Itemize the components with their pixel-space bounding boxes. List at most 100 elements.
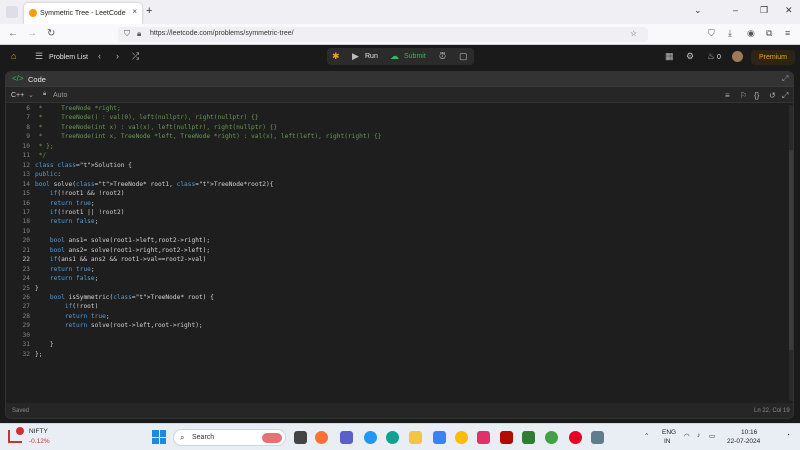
maximize-button[interactable]: ❐ [760,5,768,16]
pinterest-icon[interactable] [569,431,582,444]
file-explorer-icon[interactable] [409,431,422,444]
address-bar[interactable]: ⛉ 🔒︎ https://leetcode.com/problems/symme… [118,27,648,42]
code-line[interactable]: } [35,341,54,348]
clock-date[interactable]: 22-07-2024 [727,438,760,445]
wifi-icon[interactable]: ◠ [684,432,690,440]
clock-time[interactable]: 10:16 [741,429,757,436]
edge-icon[interactable] [386,431,399,444]
code-line[interactable]: } [35,285,39,292]
submit-cloud-icon[interactable]: ☁ [390,51,399,62]
code-line[interactable]: return false; [35,218,98,225]
tray-chevron-icon[interactable]: ⌃ [644,432,649,440]
lock-icon: 🔒︎ [137,29,142,38]
scrollbar-thumb[interactable] [789,150,793,350]
language-region[interactable]: IN [664,438,671,445]
code-line[interactable]: bool solve(class="t">TreeNode* root1, cl… [35,181,273,188]
code-line[interactable]: }; [35,351,42,358]
extensions-icon[interactable]: ⧉ [766,28,772,39]
shuffle-icon[interactable]: ⤮ [132,51,139,62]
code-line[interactable]: return true; [35,266,95,273]
windows-start-icon[interactable] [152,430,166,444]
leetcode-logo-icon[interactable]: ⌂ [11,51,16,61]
reload-icon[interactable]: ↻ [47,28,55,39]
code-line[interactable]: public: [35,171,61,178]
acrobat-icon[interactable] [500,431,513,444]
tab-list-icon[interactable] [6,6,18,18]
language-indicator[interactable]: ENG [662,429,676,436]
language-select[interactable]: C++ [11,92,24,99]
avatar[interactable] [732,51,743,62]
code-line[interactable]: * }; [35,143,54,150]
code-line[interactable]: */ [35,152,46,159]
prev-problem-icon[interactable]: ‹ [98,51,101,61]
download-icon[interactable]: ⤓ [728,28,732,39]
code-line[interactable]: if(ans1 && ans2 && root1->val==root2->va… [35,256,206,263]
pocket-icon[interactable]: ⛉ [708,28,715,39]
bookmark-icon[interactable]: ⚐ [740,91,747,100]
messenger-icon[interactable] [364,431,377,444]
code-line[interactable]: if(!root1 || !root2) [35,209,125,216]
code-line[interactable]: * TreeNode() : val(0), left(nullptr), ri… [35,114,259,121]
bookmark-star-icon[interactable]: ☆ [630,29,637,38]
editor-scrollbar[interactable] [789,105,793,401]
browser-tab[interactable]: Symmetric Tree - LeetCode × [24,3,142,24]
layout-icon[interactable]: ▦ [665,51,674,62]
taskbar-search[interactable]: ⌕ Search [173,429,286,446]
tab-overflow-icon[interactable]: ⌄ [694,5,702,16]
code-editor[interactable]: 6 * TreeNode *right; 7 * TreeNode() : val… [6,103,793,403]
tab-close-icon[interactable]: × [132,7,137,16]
code-line[interactable]: return true; [35,200,95,207]
notifications-icon[interactable]: ◔ [786,432,790,439]
next-problem-icon[interactable]: › [116,51,119,61]
submit-button[interactable]: Submit [404,53,426,60]
code-line[interactable]: return solve(root->left,root->right); [35,322,203,329]
teams-icon[interactable] [340,431,353,444]
reset-icon[interactable]: ↺ [769,91,776,100]
debug-icon[interactable]: ✱ [332,51,340,62]
code-line[interactable]: * TreeNode(int x, TreeNode *left, TreeNo… [35,133,382,140]
code-line[interactable]: * TreeNode *right; [35,105,121,112]
braces-icon[interactable]: {} [754,91,759,100]
save-status: Saved [12,408,30,414]
timer-icon[interactable]: ⏰︎ [439,51,446,62]
green-app-icon[interactable] [522,431,535,444]
code-line[interactable]: bool ans1= solve(root1->left,root2->righ… [35,237,210,244]
settings-app-icon[interactable] [591,431,604,444]
code-line[interactable]: class class="t">Solution { [35,162,132,169]
code-line[interactable]: if(!root1 && !root2) [35,190,125,197]
settings-gear-icon[interactable]: ⚙ [686,51,694,62]
new-tab-button[interactable]: + [146,5,152,17]
code-line[interactable]: if(!root) [35,303,99,310]
notification-icon[interactable]: ♨ [707,51,715,62]
store-icon[interactable] [433,431,446,444]
close-window-button[interactable]: ✕ [785,5,793,16]
premium-button[interactable]: Premium [751,50,795,65]
task-view-icon[interactable] [294,431,307,444]
auto-label[interactable]: Auto [53,92,67,99]
run-icon[interactable]: ▶ [352,51,359,62]
firefox-icon[interactable] [315,431,328,444]
problem-list-link[interactable]: Problem List [49,54,88,61]
minimize-button[interactable]: – [733,5,738,15]
code-line[interactable]: bool isSymmetric(class="t">TreeNode* roo… [35,294,214,301]
instagram-icon[interactable] [477,431,490,444]
battery-icon[interactable]: ▭ [709,432,715,440]
menu-icon[interactable]: ≡ [785,28,790,38]
code-line[interactable]: return true; [35,313,110,320]
code-line[interactable]: bool ans2= solve(root1->right,root2->lef… [35,247,210,254]
chevron-down-icon[interactable]: ⌄ [28,91,34,99]
volume-icon[interactable]: ♪ [697,432,700,439]
maximize-panel-icon[interactable]: ⤢ [782,74,788,84]
code-line[interactable]: * TreeNode(int x) : val(x), left(nullptr… [35,124,277,131]
code-line[interactable]: return false; [35,275,98,282]
fullscreen-icon[interactable]: ⤢ [782,91,788,101]
account-icon[interactable]: ◉ [747,28,755,39]
format-icon[interactable]: ≡ [725,91,730,100]
forward-icon[interactable]: → [27,28,37,39]
run-button[interactable]: Run [365,53,378,60]
store-bag-icon[interactable] [545,431,558,444]
back-icon[interactable]: ← [8,28,18,39]
chrome-icon[interactable] [455,431,468,444]
problem-list-icon[interactable]: ☰ [35,51,43,62]
notes-icon[interactable]: ▢ [459,51,468,62]
